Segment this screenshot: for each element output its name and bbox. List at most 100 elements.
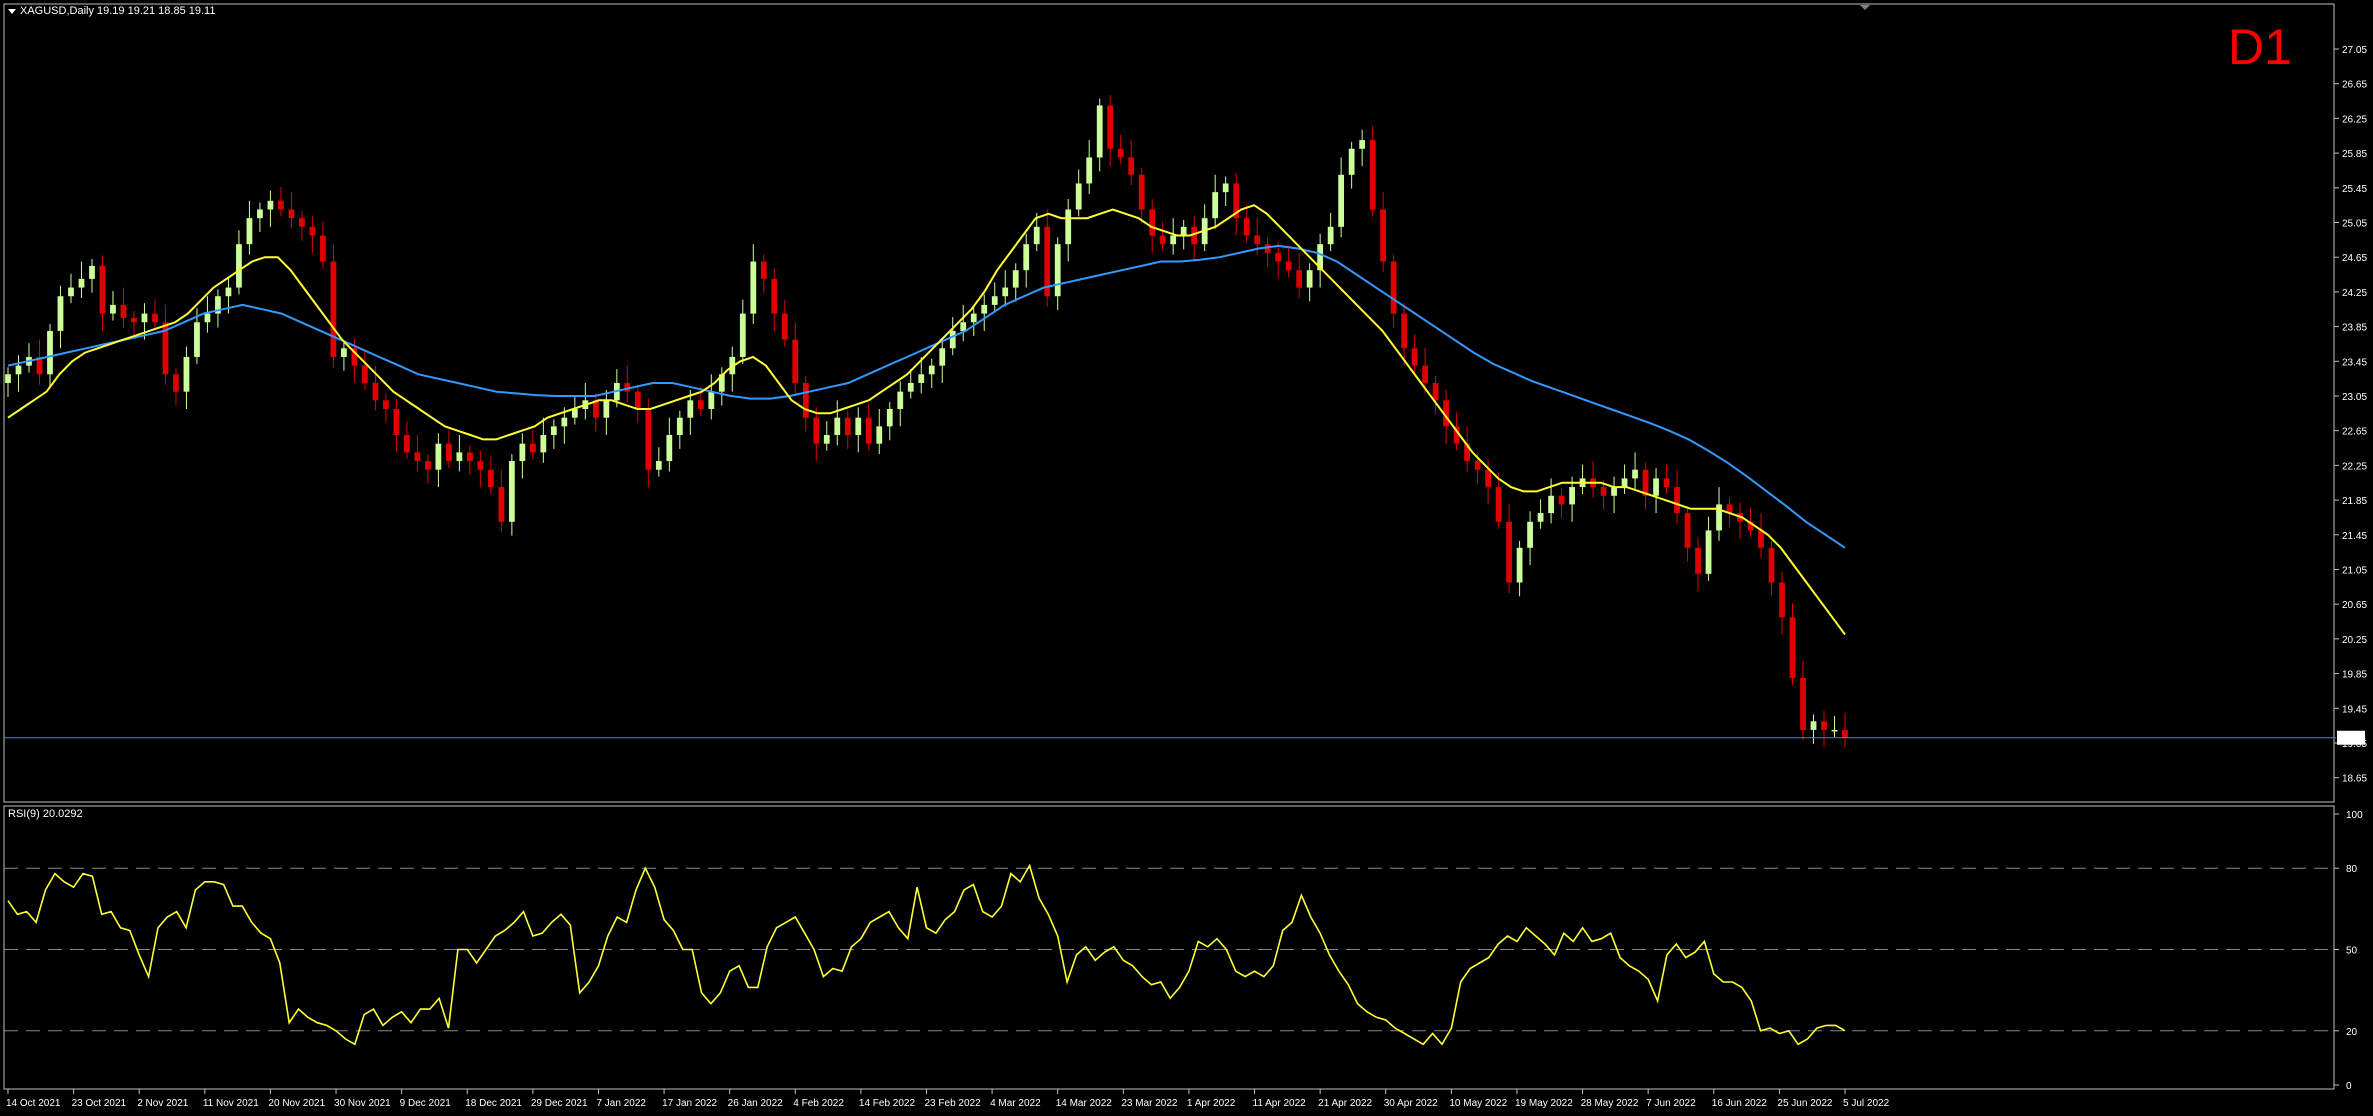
candle-bull [886, 409, 893, 427]
candle-bull [1023, 244, 1030, 271]
candle-bull [561, 417, 568, 427]
price-tick-label: 24.65 [2342, 253, 2367, 264]
price-tick-label: 26.65 [2342, 80, 2367, 91]
date-tick-label: 26 Jan 2022 [728, 1098, 783, 1109]
candle-bull [1327, 226, 1334, 245]
date-tick-label: 11 Nov 2021 [203, 1098, 259, 1109]
current-price-label: 19.11 [2340, 734, 2365, 745]
candle-bull [1705, 530, 1712, 574]
candle-bull [225, 287, 232, 297]
candle-bear [1107, 105, 1114, 149]
candle-bear [634, 391, 641, 409]
candle-bear [1275, 252, 1282, 262]
candle-bull [1527, 521, 1533, 548]
candle-bear [1674, 487, 1680, 514]
rsi-tick-label: 100 [2346, 810, 2363, 821]
candle-bear [99, 265, 106, 314]
candle-bear [1117, 148, 1124, 158]
candle-bear [1243, 218, 1250, 236]
date-tick-label: 7 Jan 2022 [596, 1098, 646, 1109]
candle-bear [1495, 487, 1502, 522]
candle-bear [424, 461, 431, 470]
rsi-tick-label: 0 [2346, 1081, 2352, 1092]
date-tick-label: 14 Mar 2022 [1056, 1098, 1113, 1109]
candle-bear [1474, 461, 1481, 470]
candle-bull [519, 443, 526, 462]
candle-bear [477, 461, 484, 470]
candle-bull [540, 435, 547, 453]
candle-bull [1338, 174, 1345, 227]
candle-bear [1380, 209, 1387, 262]
candle-bear [393, 409, 400, 436]
price-tick-label: 21.85 [2342, 496, 2367, 507]
date-tick-label: 23 Mar 2022 [1121, 1098, 1178, 1109]
date-tick-label: 16 Jun 2022 [1712, 1098, 1767, 1109]
price-tick-label: 23.05 [2342, 392, 2367, 403]
date-tick-label: 5 Jul 2022 [1843, 1098, 1890, 1109]
candle-bull [603, 400, 610, 418]
price-tick-label: 21.45 [2342, 531, 2367, 542]
candle-bear [1254, 235, 1261, 245]
candle-bear [131, 317, 137, 323]
candle-bear [152, 313, 158, 323]
price-tick-label: 27.05 [2342, 45, 2367, 56]
candle-bull [57, 296, 64, 331]
candle-bull [1075, 183, 1082, 210]
candle-bull [928, 365, 935, 375]
candle-bull [739, 313, 746, 357]
candle-bull [15, 365, 22, 375]
candle-bear [487, 469, 494, 488]
candle-bear [288, 209, 295, 219]
candle-bull [1621, 478, 1628, 488]
candle-bear [781, 313, 788, 340]
candle-bull [1180, 226, 1187, 236]
chart-window[interactable]: 27.05 26.65 26.25 25.85 25.45 25.05 24.65 24.25… [0, 0, 2373, 1116]
price-tick-label: 20.25 [2342, 635, 2367, 646]
symbol-info-label: XAGUSD,Daily 19.19 19.21 18.85 19.11 [20, 5, 215, 17]
date-tick-label: 29 Dec 2021 [531, 1098, 588, 1109]
candle-bear [760, 261, 767, 279]
date-tick-label: 9 Dec 2021 [400, 1098, 452, 1109]
candle-bull [1831, 729, 1838, 732]
candle-bull [141, 313, 148, 323]
date-tick-label: 19 May 2022 [1515, 1098, 1573, 1109]
price-tick-label: 25.85 [2342, 149, 2367, 160]
date-tick-label: 25 Jun 2022 [1777, 1098, 1832, 1109]
candle-bull [550, 426, 557, 436]
candle-bull [960, 322, 967, 331]
candle-bull [204, 313, 211, 323]
candle-bear [372, 382, 379, 401]
xagusd-daily-chart[interactable]: 27.05 26.65 26.25 25.85 25.45 25.05 24.65 24.25… [0, 0, 2373, 1116]
candle-bull [823, 435, 830, 444]
candle-bull [456, 452, 463, 462]
date-tick-label: 30 Apr 2022 [1384, 1098, 1438, 1109]
candle-bull [687, 400, 694, 418]
candle-bull [1096, 105, 1103, 158]
rsi-info-label: RSI(9) 20.0292 [8, 808, 83, 820]
candle-bear [120, 304, 127, 318]
candle-bear [771, 278, 778, 314]
candle-bear [1506, 521, 1512, 583]
candle-bull [341, 348, 347, 357]
candle-bull [1632, 469, 1638, 479]
candle-bull [1222, 183, 1229, 193]
candle-bull [1548, 495, 1554, 514]
candle-bull [267, 200, 274, 210]
candle-bull [1012, 270, 1019, 288]
price-tick-label: 26.25 [2342, 114, 2367, 125]
candle-bear [1432, 382, 1439, 401]
candle-bull [110, 304, 116, 314]
candle-bear [383, 400, 389, 409]
candle-bear [278, 200, 284, 210]
candle-bear [404, 435, 410, 453]
price-tick-label: 18.65 [2342, 774, 2367, 785]
candle-bear [529, 443, 536, 453]
price-tick-label: 24.25 [2342, 288, 2367, 299]
price-tick-label: 25.45 [2342, 184, 2367, 195]
candle-bear [1390, 261, 1397, 314]
candle-bear [697, 400, 704, 409]
candle-bull [246, 218, 253, 245]
candle-bull [655, 461, 662, 470]
candle-bear [1842, 729, 1848, 738]
candle-bear [1138, 174, 1145, 210]
